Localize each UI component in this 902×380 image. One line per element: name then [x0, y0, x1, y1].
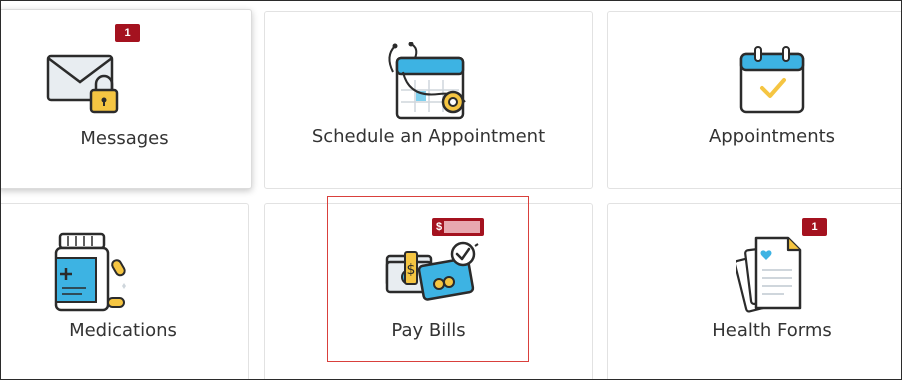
appointments-tile[interactable]: Appointments	[607, 11, 901, 189]
forms-stack-icon	[736, 236, 802, 313]
pay-bills-amount-badge: $	[432, 218, 484, 236]
schedule-appointment-tile[interactable]: Schedule an Appointment	[264, 11, 593, 189]
messages-label: Messages	[80, 128, 169, 149]
medications-label: Medications	[69, 320, 177, 341]
messages-tile[interactable]: 1 Messages	[1, 9, 252, 189]
pay-bills-badge-symbol: $	[436, 221, 443, 233]
money-card-icon: $	[385, 241, 479, 301]
calendar-check-icon	[739, 46, 805, 114]
pay-bills-label: Pay Bills	[391, 320, 466, 341]
medications-tile[interactable]: Medications	[1, 203, 249, 379]
dashboard-frame: 1 Messages Schedule an Appointment Appoi…	[0, 0, 902, 380]
pill-bottle-icon	[54, 232, 126, 312]
schedule-appointment-label: Schedule an Appointment	[311, 126, 546, 147]
pay-bills-badge-redacted	[444, 221, 480, 233]
svg-text:$: $	[407, 262, 416, 278]
calendar-stethoscope-icon	[388, 42, 466, 120]
envelope-lock-icon	[46, 54, 119, 114]
messages-badge: 1	[115, 24, 140, 42]
health-forms-label: Health Forms	[712, 320, 832, 341]
health-forms-tile[interactable]: 1 Health Forms	[607, 203, 901, 379]
health-forms-badge: 1	[802, 218, 827, 236]
pay-bills-tile[interactable]: $ $ Pay Bills	[264, 203, 593, 379]
appointments-label: Appointments	[708, 126, 836, 147]
